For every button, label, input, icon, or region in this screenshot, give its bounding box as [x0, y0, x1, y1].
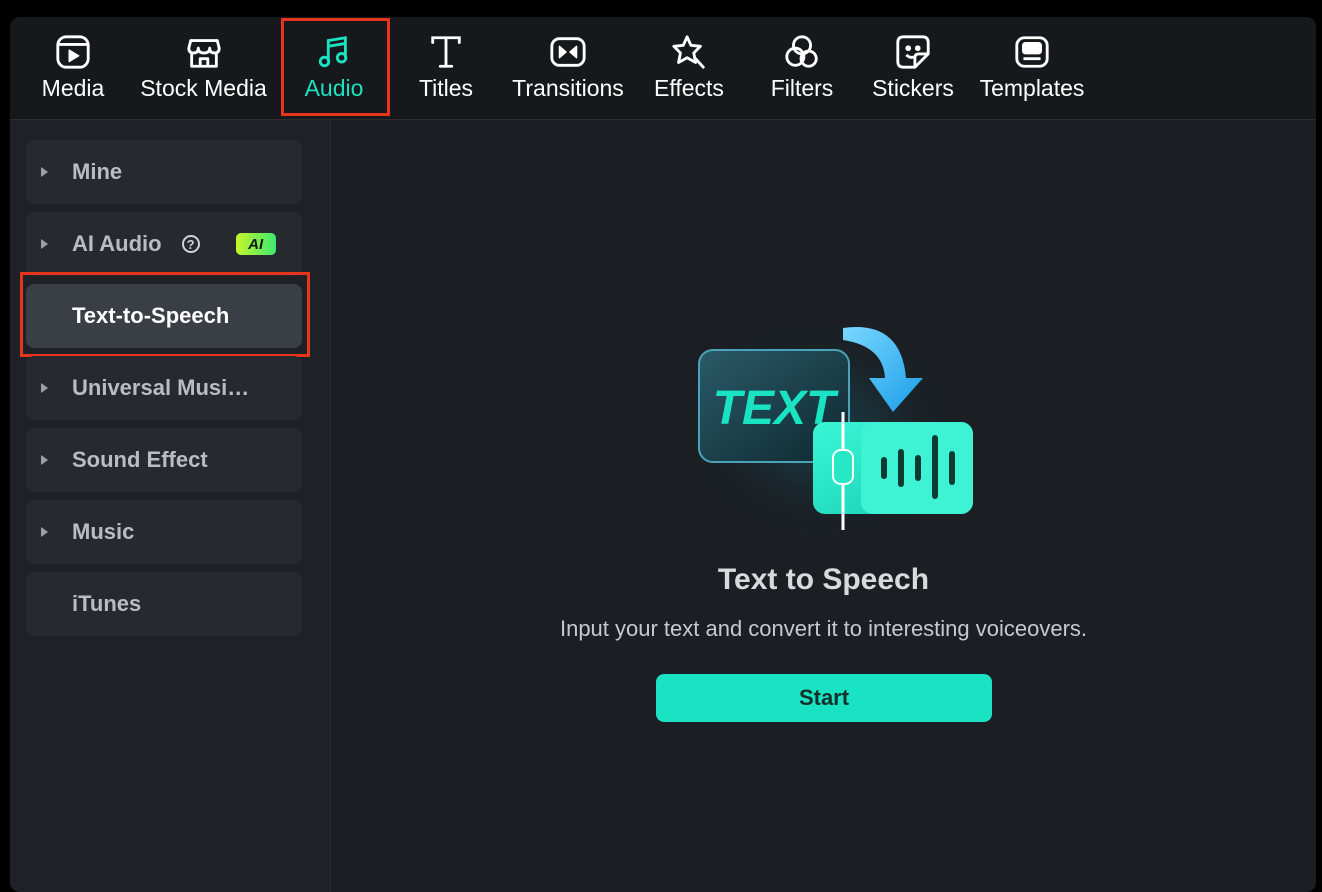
panel-title: Text to Speech: [717, 563, 930, 596]
expand-triangle-icon: [41, 383, 48, 393]
ai-badge: AI: [235, 233, 276, 255]
tab-templates[interactable]: Templates: [976, 17, 1088, 117]
audio-category-sidebar: Mine AI Audio ? AI Text-to-Speech Univer…: [10, 120, 331, 892]
titles-icon: [426, 32, 466, 72]
sidebar-item-itunes[interactable]: iTunes: [26, 572, 302, 636]
waveform-card: [813, 412, 973, 530]
expand-triangle-icon: [41, 167, 48, 177]
transitions-icon: [548, 32, 588, 72]
sidebar-item-universal-music[interactable]: Universal Musi…: [26, 356, 302, 420]
tab-media[interactable]: Media: [33, 17, 113, 117]
expand-triangle-icon: [41, 455, 48, 465]
sidebar-item-ai-audio[interactable]: AI Audio ? AI: [26, 212, 302, 276]
stock-media-icon: [184, 32, 224, 72]
effects-icon: [669, 32, 709, 72]
sidebar-item-text-to-speech[interactable]: Text-to-Speech: [26, 284, 302, 348]
expand-triangle-icon: [41, 527, 48, 537]
tab-transitions[interactable]: Transitions: [508, 17, 628, 117]
arrow-icon: [843, 327, 923, 412]
music-note-icon: [314, 32, 354, 72]
tab-effects[interactable]: Effects: [647, 17, 731, 117]
sidebar-item-mine[interactable]: Mine: [26, 140, 302, 204]
tab-stickers[interactable]: Stickers: [870, 17, 956, 117]
tab-stock-media[interactable]: Stock Media: [136, 17, 271, 117]
tab-audio[interactable]: Audio: [290, 17, 378, 117]
sidebar-item-music[interactable]: Music: [26, 500, 302, 564]
filters-icon: [782, 32, 822, 72]
templates-icon: [1012, 32, 1052, 72]
app-window: Media Stock Media Audio Titles Transitio…: [10, 17, 1316, 892]
top-toolbar: Media Stock Media Audio Titles Transitio…: [10, 17, 1316, 120]
text-to-speech-illustration: TEXT: [631, 290, 991, 550]
expand-triangle-icon: [41, 239, 48, 249]
media-icon: [53, 32, 93, 72]
tab-filters[interactable]: Filters: [760, 17, 844, 117]
text-to-speech-panel: TEXT Text to Speech Input your text and …: [331, 120, 1316, 892]
start-button[interactable]: Start: [656, 674, 992, 722]
stickers-icon: [893, 32, 933, 72]
tab-titles[interactable]: Titles: [404, 17, 488, 117]
sidebar-item-sound-effect[interactable]: Sound Effect: [26, 428, 302, 492]
panel-description: Input your text and convert it to intere…: [559, 616, 1088, 641]
help-icon[interactable]: ?: [181, 235, 200, 253]
